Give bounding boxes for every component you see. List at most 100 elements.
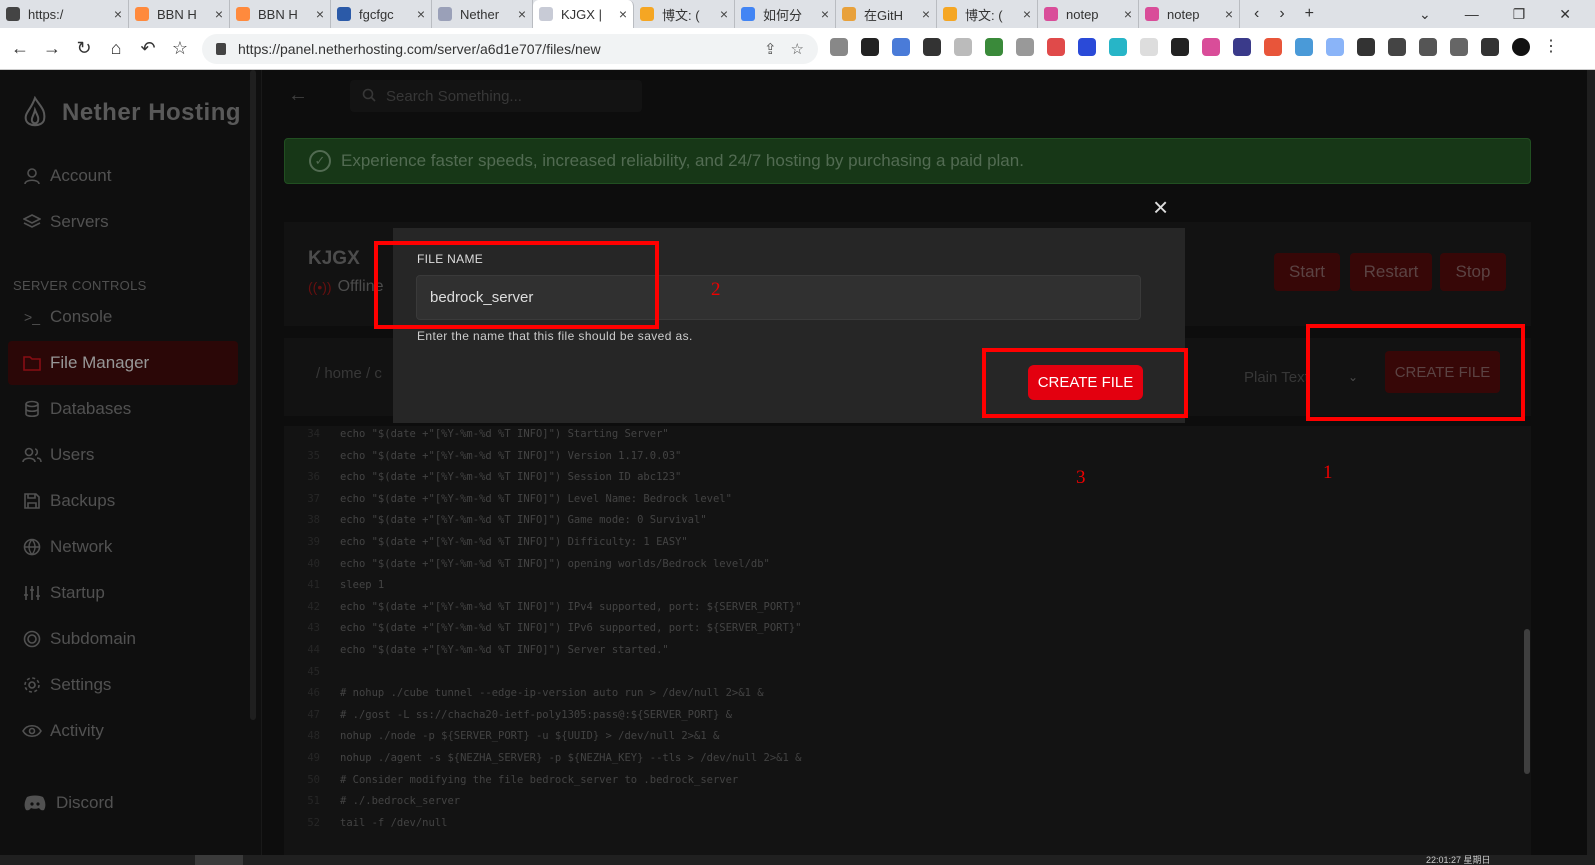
browser-tab[interactable]: BBN H × (129, 0, 230, 28)
browser-tab[interactable]: Nether × (432, 0, 533, 28)
browser-tab[interactable]: notep × (1139, 0, 1240, 28)
tab-close-icon[interactable]: × (1023, 6, 1031, 22)
browser-tab[interactable]: 博文: ( × (634, 0, 735, 28)
bookmark-star-icon[interactable]: ☆ (164, 38, 196, 59)
tab-list: https:/× BBN H × BBN H × fgcfgc × Nether × KJGX |… (0, 0, 1240, 28)
window-close-icon[interactable]: ✕ (1559, 6, 1571, 23)
tab-controls: ‹ › + (1240, 0, 1314, 28)
ext-icon-12[interactable] (1202, 38, 1220, 56)
tab-search-icon[interactable]: ⌄ (1419, 6, 1431, 23)
forward-icon[interactable]: → (36, 38, 68, 59)
tab-favicon-icon (1145, 7, 1159, 21)
annotation-number-3: 3 (1076, 467, 1086, 488)
tab-close-icon[interactable]: × (1124, 6, 1132, 22)
tab-label: 博文: ( (965, 7, 1003, 23)
browser-tab[interactable]: 如何分 × (735, 0, 836, 28)
downloads-icon[interactable] (1450, 38, 1468, 56)
modal-overlay (0, 70, 1595, 855)
tab-close-icon[interactable]: × (316, 6, 324, 22)
annotation-number-2: 2 (711, 279, 721, 300)
back-icon[interactable]: ← (4, 38, 36, 59)
browser-tab[interactable]: notep × (1038, 0, 1139, 28)
reload-icon[interactable]: ↻ (68, 38, 100, 59)
ext-icon-16[interactable] (1326, 38, 1344, 56)
crop-icon[interactable] (1419, 38, 1437, 56)
extension-icons: ⋮ (830, 38, 1561, 56)
tab-favicon-icon (943, 7, 957, 21)
ext-icon-3[interactable] (923, 38, 941, 56)
annotation-box-2 (374, 241, 659, 329)
tab-favicon-icon (539, 7, 553, 21)
ext-icon-17[interactable] (1357, 38, 1375, 56)
download-ext-icon[interactable] (830, 38, 848, 56)
browser-tab[interactable]: 博文: ( × (937, 0, 1038, 28)
tab-favicon-icon (842, 7, 856, 21)
ext-icon-6[interactable] (1016, 38, 1034, 56)
tab-scroll-left-icon[interactable]: ‹ (1254, 5, 1259, 23)
undo-icon[interactable]: ↶ (132, 38, 164, 59)
tab-label: BBN H (258, 6, 298, 22)
address-bar[interactable]: https://panel.netherhosting.com/server/a… (202, 34, 818, 64)
ext-icon-7[interactable] (1047, 38, 1065, 56)
tab-label: BBN H (157, 6, 197, 22)
modal-close-button[interactable]: × (1153, 192, 1168, 223)
sidepanel-icon[interactable] (1481, 38, 1499, 56)
tab-label: Nether (460, 6, 500, 22)
new-tab-button[interactable]: + (1305, 5, 1314, 23)
ext-icon-2[interactable] (892, 38, 910, 56)
tab-favicon-icon (337, 7, 351, 21)
ext-icon-10[interactable] (1140, 38, 1158, 56)
ext-icon-4[interactable] (954, 38, 972, 56)
ext-icon-1[interactable] (861, 38, 879, 56)
browser-toolbar: ← → ↻ ⌂ ↶ ☆ https://panel.netherhosting.… (0, 28, 1595, 70)
tab-close-icon[interactable]: × (114, 6, 122, 22)
ext-icon-11[interactable] (1171, 38, 1189, 56)
tab-close-icon[interactable]: × (821, 6, 829, 22)
ext-icon-8[interactable] (1078, 38, 1096, 56)
tab-label: notep (1066, 6, 1099, 22)
tab-favicon-icon (135, 7, 149, 21)
ext-icon-9[interactable] (1109, 38, 1127, 56)
tab-favicon-icon (741, 7, 755, 21)
browser-tab[interactable]: 在GitH × (836, 0, 937, 28)
tab-scroll-right-icon[interactable]: › (1279, 5, 1284, 23)
tab-label: notep (1167, 6, 1200, 22)
tab-favicon-icon (236, 7, 250, 21)
address-url[interactable]: https://panel.netherhosting.com/server/a… (238, 41, 764, 57)
share-icon[interactable]: ⇪ (764, 40, 777, 58)
star-icon[interactable]: ☆ (791, 40, 804, 58)
ext-icon-14[interactable] (1264, 38, 1282, 56)
menu-icon[interactable]: ⋮ (1543, 38, 1561, 56)
minimize-icon[interactable]: — (1465, 6, 1479, 22)
tab-close-icon[interactable]: × (619, 6, 627, 22)
browser-tab[interactable]: BBN H × (230, 0, 331, 28)
browser-tab[interactable]: https:/ × (0, 0, 129, 28)
tab-label: KJGX | (561, 6, 602, 22)
tab-close-icon[interactable]: × (922, 6, 930, 22)
tab-favicon-icon (6, 7, 20, 21)
tab-favicon-icon (438, 7, 452, 21)
tab-label: 在GitH (864, 7, 904, 23)
lock-icon (216, 43, 226, 55)
tab-close-icon[interactable]: × (518, 6, 526, 22)
puzzle-icon[interactable] (1388, 38, 1406, 56)
ext-icon-13[interactable] (1233, 38, 1251, 56)
tab-label: https:/ (28, 6, 64, 22)
tab-close-icon[interactable]: × (417, 6, 425, 22)
tab-close-icon[interactable]: × (215, 6, 223, 22)
browser-tab[interactable]: fgcfgc × (331, 0, 432, 28)
tab-close-icon[interactable]: × (720, 6, 728, 22)
os-taskbar: 22:01:27 星期日 (0, 855, 1595, 865)
file-name-help: Enter the name that this file should be … (417, 329, 693, 343)
ext-icon-5[interactable] (985, 38, 1003, 56)
tab-label: fgcfgc (359, 6, 394, 22)
restore-icon[interactable]: ❐ (1513, 6, 1526, 23)
annotation-number-1: 1 (1323, 462, 1333, 483)
profile-avatar[interactable] (1512, 38, 1530, 56)
ext-icon-15[interactable] (1295, 38, 1313, 56)
browser-tab[interactable]: KJGX | × (533, 0, 634, 28)
taskbar-item[interactable] (195, 855, 243, 865)
tab-label: 博文: ( (662, 7, 700, 23)
tab-close-icon[interactable]: × (1225, 6, 1233, 22)
home-icon[interactable]: ⌂ (100, 38, 132, 59)
